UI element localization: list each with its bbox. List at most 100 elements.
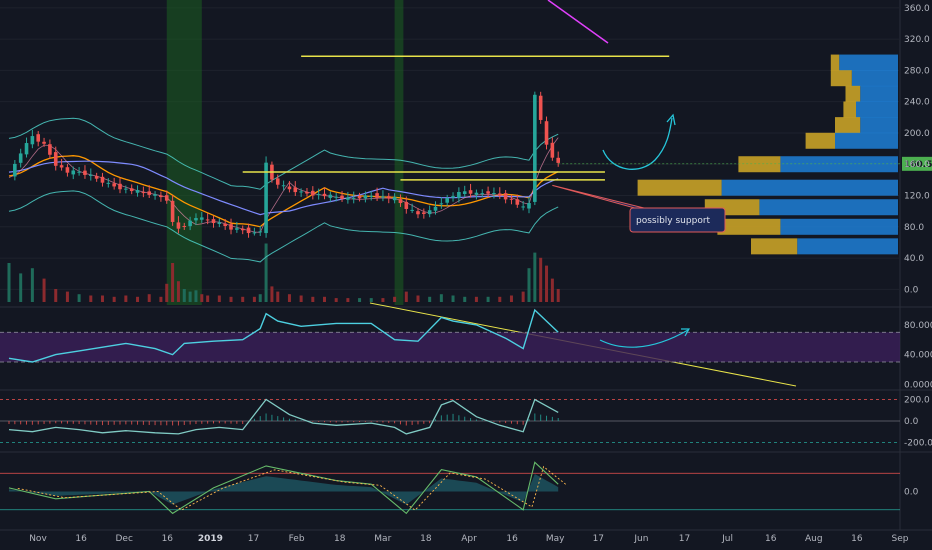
candle-body bbox=[433, 206, 438, 211]
volume-profile-bar-blue bbox=[780, 156, 898, 173]
price-axis-tick: 40.0 bbox=[904, 254, 924, 264]
candle-body bbox=[182, 226, 187, 228]
candle-body bbox=[492, 193, 496, 195]
candle-body bbox=[515, 199, 520, 205]
candle-body bbox=[124, 188, 128, 190]
highlight-zone bbox=[394, 0, 404, 305]
volume-bar bbox=[100, 295, 104, 302]
volume-bar bbox=[229, 296, 233, 302]
volume-bar bbox=[182, 289, 186, 302]
volume-bar bbox=[252, 296, 256, 302]
candle-body bbox=[462, 191, 467, 195]
candle-body bbox=[217, 222, 222, 224]
volume-profile-bar-blue bbox=[835, 132, 898, 149]
volume-bar bbox=[264, 243, 268, 302]
candle-body bbox=[176, 222, 181, 229]
candle-body bbox=[316, 194, 321, 196]
volume-bar bbox=[147, 294, 151, 302]
candle-body bbox=[422, 212, 426, 214]
candle-body bbox=[497, 193, 502, 196]
volume-bar bbox=[276, 291, 280, 302]
time-axis-tick: 17 bbox=[679, 534, 690, 544]
volume-bar bbox=[474, 296, 478, 302]
candle-body bbox=[468, 190, 473, 194]
price-axis-tick: 240.0 bbox=[904, 98, 930, 108]
candle-body bbox=[550, 142, 555, 158]
volume-profile-bar-gold bbox=[637, 179, 722, 196]
volume-bar bbox=[42, 278, 46, 302]
volume-bar bbox=[77, 294, 81, 302]
volume-bar bbox=[334, 298, 338, 302]
candle-body bbox=[258, 231, 263, 233]
candle-body bbox=[223, 223, 227, 227]
candle-body bbox=[533, 94, 537, 202]
candle-body bbox=[147, 191, 152, 195]
trading-chart[interactable]: 160.5possibly support360.0320.0280.0240.… bbox=[0, 0, 932, 550]
candle-body bbox=[83, 170, 87, 175]
volume-bar bbox=[89, 295, 93, 302]
candle-body bbox=[164, 195, 169, 201]
volume-bar bbox=[539, 257, 543, 302]
chart-root: 160.5 possibly support 360.0 320.0 280.0 240.… bbox=[0, 0, 932, 550]
cci-axis-tick: -200.0 bbox=[904, 438, 932, 448]
volume-bar bbox=[556, 289, 560, 302]
candle-body bbox=[118, 183, 122, 190]
candle-body bbox=[264, 162, 268, 234]
time-axis-tick: Feb bbox=[289, 534, 305, 544]
volume-profile-bar-gold bbox=[835, 117, 861, 134]
candle-body bbox=[503, 193, 508, 200]
candle-body bbox=[556, 157, 561, 163]
momentum-axis-tick: 0.0 bbox=[904, 488, 919, 498]
volume-bar bbox=[206, 295, 210, 302]
volume-profile-bar-blue bbox=[856, 101, 898, 118]
volume-bar bbox=[545, 265, 549, 302]
volume-bar bbox=[30, 268, 34, 302]
volume-profile-bar-gold bbox=[830, 54, 840, 71]
rsi-axis-tick: 40.0000 bbox=[904, 351, 932, 361]
rsi-band bbox=[0, 332, 900, 362]
time-axis-tick: Dec bbox=[115, 534, 132, 544]
volume-profile-bar-blue bbox=[797, 238, 898, 255]
price-axis-tick: 120.0 bbox=[904, 192, 930, 202]
volume-bar bbox=[270, 286, 274, 302]
volume-profile-bar-gold bbox=[738, 156, 781, 173]
candle-body bbox=[170, 200, 175, 222]
time-axis-tick: Aug bbox=[805, 534, 823, 544]
candle-body bbox=[346, 197, 350, 200]
price-axis-tick: 320.0 bbox=[904, 35, 930, 45]
volume-bar bbox=[498, 296, 502, 302]
volume-bar bbox=[550, 278, 554, 302]
volume-bar bbox=[54, 289, 58, 302]
volume-profile-bar-gold bbox=[843, 101, 856, 118]
candle-body bbox=[334, 196, 338, 198]
volume-bar bbox=[521, 291, 525, 302]
candle-body bbox=[427, 210, 432, 215]
volume-bar bbox=[194, 290, 198, 302]
candle-body bbox=[36, 134, 41, 142]
volume-bar bbox=[527, 268, 531, 302]
volume-bar bbox=[287, 294, 291, 302]
volume-bar bbox=[188, 291, 192, 302]
candle-body bbox=[42, 141, 46, 144]
volume-profile-bar-gold bbox=[751, 238, 798, 255]
highlight-zone bbox=[166, 0, 202, 305]
candle-body bbox=[53, 152, 58, 166]
candle-body bbox=[275, 178, 280, 185]
candle-body bbox=[410, 209, 414, 211]
candle-body bbox=[59, 165, 64, 168]
time-axis-tick: Nov bbox=[29, 534, 47, 544]
candle-body bbox=[88, 174, 93, 176]
cci-axis-tick: 0.0 bbox=[904, 417, 919, 427]
volume-bar bbox=[124, 295, 128, 302]
candle-body bbox=[48, 144, 52, 155]
candle-body bbox=[311, 190, 315, 196]
volume-bar bbox=[451, 295, 455, 302]
volume-profile-bar-gold bbox=[845, 85, 861, 102]
time-axis-tick: 18 bbox=[334, 534, 346, 544]
volume-bar bbox=[65, 291, 69, 302]
volume-bar bbox=[200, 294, 204, 302]
volume-profile-bar-blue bbox=[721, 179, 898, 196]
volume-profile-bar-blue bbox=[860, 85, 898, 102]
volume-bar bbox=[258, 294, 262, 302]
volume-bar bbox=[19, 273, 23, 302]
